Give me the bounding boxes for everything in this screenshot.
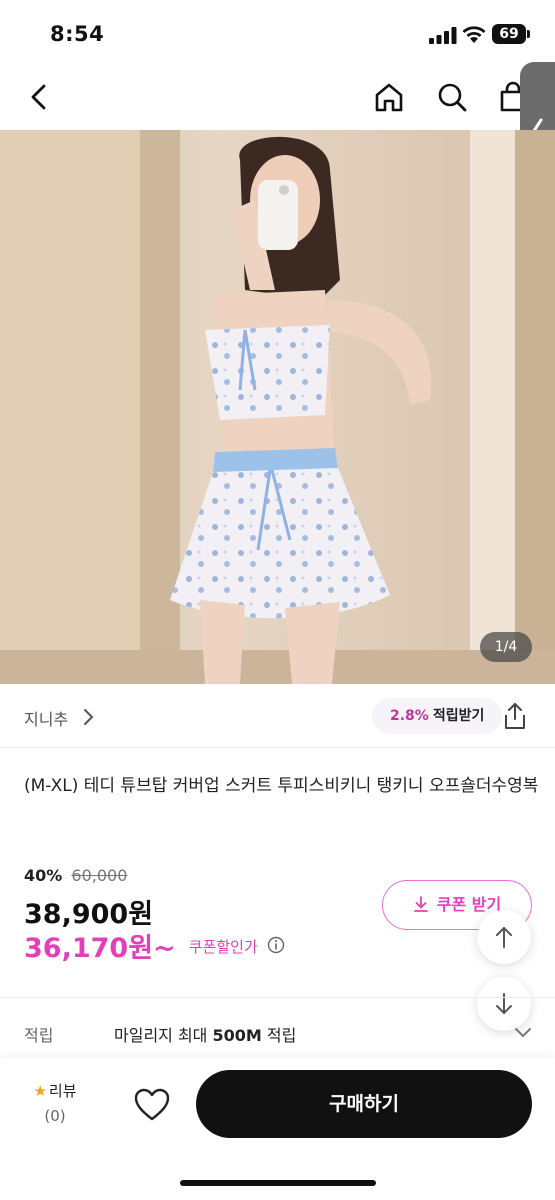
cellular-signal-icon	[429, 27, 457, 44]
chevron-left-icon[interactable]	[22, 80, 56, 114]
reward-label: 적립받기	[432, 708, 485, 724]
points-row[interactable]: 적립 마일리지 최대 500M 적립	[0, 998, 555, 1060]
scroll-to-top-button[interactable]	[477, 910, 531, 964]
coupon-price-row: 36,170원~ 쿠폰할인가	[24, 926, 285, 965]
battery-indicator: 69	[492, 24, 530, 44]
top-navigation	[0, 66, 555, 130]
product-photo[interactable]	[0, 130, 555, 684]
share-icon[interactable]	[502, 702, 528, 730]
points-prefix: 마일리지 최대	[114, 1026, 213, 1045]
coupon-price-label[interactable]: 쿠폰할인가	[189, 938, 258, 956]
coupon-price: 36,170원~	[24, 933, 176, 964]
heart-icon[interactable]	[134, 1088, 170, 1122]
points-suffix: 적립	[261, 1026, 297, 1045]
status-time: 8:54	[50, 22, 105, 46]
discount-row: 40% 60,000	[24, 866, 127, 885]
search-icon[interactable]	[435, 80, 469, 114]
reward-rate: 2.8%	[390, 708, 429, 724]
product-title: (M-XL) 테디 튜브탑 커버업 스커트 투피스비키니 탱키니 오프숄더수영복	[24, 776, 539, 796]
battery-cap	[527, 30, 530, 38]
review-label: 리뷰	[48, 1082, 77, 1100]
home-icon[interactable]	[372, 80, 406, 114]
download-icon	[413, 896, 428, 912]
review-count: (0)	[44, 1107, 66, 1125]
points-amount: 500M	[212, 1026, 262, 1045]
get-coupon-label: 쿠폰 받기	[436, 895, 502, 914]
points-text: 마일리지 최대 500M 적립	[114, 1022, 296, 1046]
discount-rate: 40%	[24, 866, 63, 885]
chevron-right-icon[interactable]	[82, 708, 94, 726]
product-photo-illustration	[0, 130, 555, 684]
chevron-down-icon[interactable]	[514, 1026, 532, 1038]
arrow-up-icon	[496, 927, 512, 948]
review-button[interactable]: ★ 리뷰 (0)	[20, 1080, 90, 1125]
seller-row: 지니추 2.8% 적립받기	[0, 684, 555, 748]
image-counter: 1/4	[480, 632, 532, 662]
review-label-row: ★ 리뷰	[20, 1080, 90, 1101]
info-icon[interactable]	[267, 936, 285, 954]
buy-button[interactable]: 구매하기	[196, 1070, 532, 1138]
status-bar: 8:54 69	[0, 0, 555, 66]
wifi-icon	[462, 26, 486, 43]
points-label: 적립	[24, 1026, 54, 1045]
home-indicator	[180, 1180, 376, 1186]
seller-name[interactable]: 지니추	[24, 706, 68, 730]
bottom-action-bar: ★ 리뷰 (0) 구매하기	[0, 1058, 555, 1200]
reward-points-button[interactable]: 2.8% 적립받기	[372, 698, 502, 734]
star-icon: ★	[33, 1082, 47, 1100]
original-price: 60,000	[71, 866, 128, 885]
battery-level: 69	[492, 24, 526, 44]
